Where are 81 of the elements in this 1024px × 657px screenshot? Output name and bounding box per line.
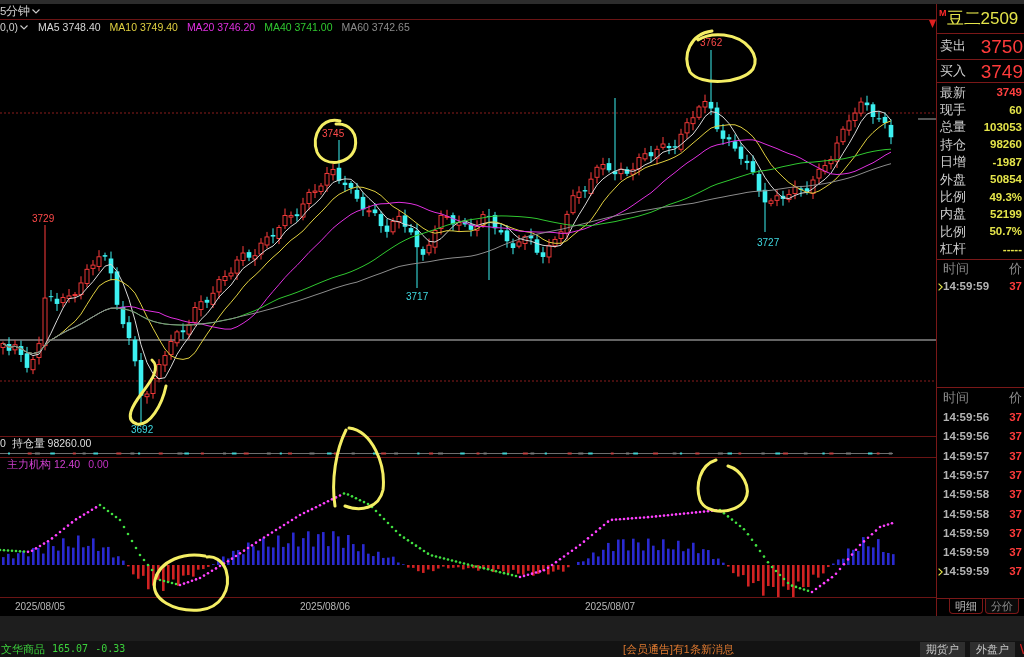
panel-tab[interactable]: 分价 [985, 599, 1019, 614]
date-label: 2025/08/06 [300, 601, 352, 613]
tick-price: 37 [1009, 488, 1022, 502]
symbol-title: 豆二2509 [946, 9, 1019, 29]
stat-label: 比例 [940, 190, 966, 205]
column-header: 时间 [943, 261, 969, 276]
ask-label: 卖出 [940, 39, 966, 54]
moving-average-legend: MA10 3749.40 [109, 21, 178, 33]
price-extreme-label: 3692 [131, 424, 154, 435]
period-dropdown[interactable]: 5分钟 [0, 5, 41, 18]
stat-value: 49.3% [989, 190, 1022, 204]
stat-value: 50.7% [989, 225, 1022, 239]
tick-time: 14:59:59 [943, 526, 990, 540]
tick-price: 37 [1009, 546, 1022, 560]
market-marker: M [939, 8, 947, 18]
stat-label: 持仓 [940, 137, 966, 152]
price-extreme-label: 3729 [32, 213, 55, 224]
tick-price: 37 [1009, 449, 1022, 463]
stat-label: 杠杆 [940, 242, 966, 257]
tick-price: 37 [1009, 507, 1022, 521]
tick-time: 14:59:57 [943, 449, 990, 463]
indicator-readout: 0.00 [88, 458, 109, 470]
tick-time: 14:59:58 [943, 507, 990, 521]
date-label: 2025/08/07 [585, 601, 636, 613]
tick-price: 37 [1009, 411, 1022, 425]
edge-mark-icon [1020, 643, 1024, 655]
price-extreme-label: 3745 [322, 128, 345, 139]
open-interest-readout: 0 持仓量 98260.00 [0, 437, 92, 449]
account-button[interactable]: 外盘户 [970, 641, 1015, 657]
tick-time: 14:59:59 [943, 280, 990, 294]
moving-average-legend: MA5 3748.40 [38, 21, 101, 33]
indicator-params-dropdown[interactable]: 0,0) [0, 20, 29, 34]
ask-price: 3750 [980, 36, 1023, 57]
tick-time: 14:59:57 [943, 468, 990, 482]
stat-label: 内盘 [940, 207, 966, 222]
tick-price: 37 [1009, 526, 1022, 540]
stat-value: 3749 [996, 86, 1022, 100]
bid-price: 3749 [980, 60, 1023, 82]
stat-label: 最新 [940, 85, 966, 100]
chevron-down-icon [20, 24, 29, 30]
panel-tab[interactable]: 明细 [949, 599, 983, 614]
tick-time: 14:59:56 [943, 411, 990, 425]
index-change: -0.33 [95, 643, 126, 655]
stat-value: -1987 [992, 155, 1022, 169]
moving-average-legend: MA20 3746.20 [186, 21, 256, 33]
chevron-down-icon [32, 9, 41, 14]
stat-label: 现手 [940, 103, 966, 118]
column-header: 价 [1009, 390, 1022, 405]
stat-label: 总量 [940, 120, 966, 135]
tick-price: 37 [1009, 565, 1022, 579]
tick-price: 37 [1009, 468, 1022, 482]
date-label: 2025/08/05 [15, 601, 67, 613]
stat-value: ----- [1002, 242, 1022, 256]
index-name: 文华商品 [1, 643, 45, 655]
column-header: 价 [1009, 261, 1022, 276]
tick-time: 14:59:56 [943, 430, 990, 444]
tick-time: 14:59:59 [943, 546, 990, 560]
moving-average-legend: MA40 3741.00 [264, 21, 333, 33]
corner-flag-icon [929, 20, 936, 28]
bid-label: 买入 [940, 63, 966, 79]
index-value: 165.07 [52, 643, 89, 655]
price-extreme-label: 3762 [700, 37, 723, 48]
stat-value: 103053 [983, 120, 1022, 134]
stat-value: 52199 [990, 207, 1022, 221]
tick-time: 14:59:59 [943, 565, 990, 579]
stat-label: 外盘 [940, 172, 966, 187]
moving-average-legend: MA60 3742.65 [341, 21, 410, 33]
stat-value: 98260 [990, 138, 1022, 152]
account-button[interactable]: 期货户 [920, 641, 965, 657]
stat-value: 60 [1009, 103, 1022, 117]
indicator-readout: 主力机构 12.40 [7, 458, 81, 470]
price-extreme-label: 3717 [406, 291, 429, 302]
notice-link[interactable]: [会员通告]有1条新消息 [623, 643, 734, 655]
stat-label: 日增 [940, 155, 966, 170]
tick-time: 14:59:58 [943, 488, 990, 502]
tick-price: 37 [1009, 430, 1022, 444]
column-header: 时间 [943, 390, 969, 405]
stat-value: 50854 [990, 173, 1022, 187]
tick-price: 37 [1009, 280, 1022, 294]
stat-label: 比例 [940, 224, 966, 239]
price-extreme-label: 3727 [757, 237, 780, 248]
